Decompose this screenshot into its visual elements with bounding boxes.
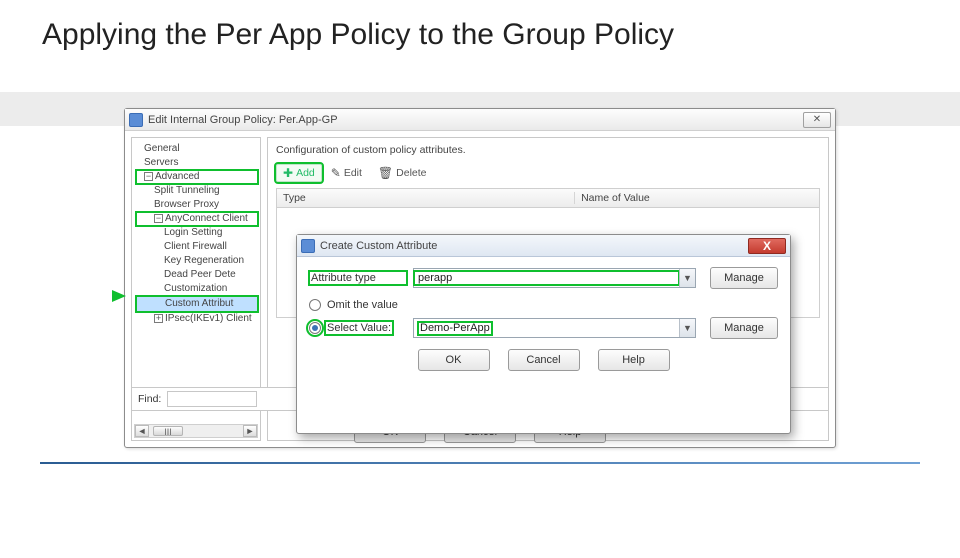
app-icon <box>129 113 143 127</box>
attr-type-combo[interactable]: perapp ▼ <box>413 268 696 288</box>
delete-button[interactable]: 🗑Delete <box>371 164 434 182</box>
tree-servers[interactable]: Servers <box>136 156 258 170</box>
tree-customization[interactable]: Customization <box>136 282 258 296</box>
tree-custom-attributes[interactable]: Custom Attribut <box>136 296 258 312</box>
select-value-text: Demo-PerApp <box>418 322 492 335</box>
arrow-icon <box>112 290 126 302</box>
col-name[interactable]: Name of Value <box>575 192 819 204</box>
tree-key-regen[interactable]: Key Regeneration <box>136 254 258 268</box>
tree-split-tunneling[interactable]: Split Tunneling <box>136 184 258 198</box>
tree-anyconnect[interactable]: −AnyConnect Client <box>136 212 258 226</box>
select-value-label: Select Value: <box>325 321 393 335</box>
tree-advanced[interactable]: −Advanced <box>136 170 258 184</box>
app-icon <box>301 239 315 253</box>
select-value-combo[interactable]: Demo-PerApp ▼ <box>413 318 696 338</box>
child-form: Attribute type perapp ▼ Manage Omit the … <box>297 257 790 377</box>
parent-titlebar: Edit Internal Group Policy: Per.App-GP ✕ <box>125 109 835 131</box>
manage-type-button[interactable]: Manage <box>710 267 778 289</box>
close-icon[interactable]: X <box>748 238 786 254</box>
tree-ipsec[interactable]: +IPsec(IKEv1) Client <box>136 312 258 326</box>
expander-icon[interactable]: − <box>154 214 163 223</box>
canvas: Edit Internal Group Policy: Per.App-GP ✕… <box>0 62 960 482</box>
find-label: Find: <box>138 393 161 405</box>
edit-icon: ✎ <box>331 167 341 179</box>
divider <box>40 462 920 464</box>
col-type[interactable]: Type <box>277 192 575 204</box>
radio-select[interactable] <box>309 322 321 334</box>
tree-general[interactable]: General <box>136 142 258 156</box>
parent-title: Edit Internal Group Policy: Per.App-GP <box>148 114 338 126</box>
edit-button[interactable]: ✎Edit <box>324 164 369 182</box>
trash-icon: 🗑 <box>378 167 393 179</box>
select-value-wrap: Demo-PerApp <box>414 322 679 334</box>
child-help-button[interactable]: Help <box>598 349 670 371</box>
child-ok-button[interactable]: OK <box>418 349 490 371</box>
chevron-down-icon[interactable]: ▼ <box>679 269 695 287</box>
chevron-down-icon[interactable]: ▼ <box>679 319 695 337</box>
toolbar: ✚Add ✎Edit 🗑Delete <box>276 164 820 182</box>
radio-omit[interactable] <box>309 299 321 311</box>
expander-icon[interactable]: − <box>144 172 153 181</box>
tree-login-setting[interactable]: Login Setting <box>136 226 258 240</box>
nav-tree[interactable]: General Servers −Advanced Split Tunnelin… <box>132 138 260 330</box>
tree-client-firewall[interactable]: Client Firewall <box>136 240 258 254</box>
close-icon[interactable]: ✕ <box>803 112 831 128</box>
slide-title: Applying the Per App Policy to the Group… <box>42 18 960 52</box>
find-input[interactable] <box>167 391 257 407</box>
child-buttons: OK Cancel Help <box>309 349 778 371</box>
tree-dead-peer[interactable]: Dead Peer Dete <box>136 268 258 282</box>
child-cancel-button[interactable]: Cancel <box>508 349 580 371</box>
omit-radio-row[interactable]: Omit the value <box>309 299 778 311</box>
add-button[interactable]: ✚Add <box>276 164 322 182</box>
attr-type-label: Attribute type <box>309 271 407 285</box>
child-titlebar: Create Custom Attribute X <box>297 235 790 257</box>
child-dialog: Create Custom Attribute X Attribute type… <box>296 234 791 434</box>
plus-icon: ✚ <box>283 167 293 179</box>
grid-header: Type Name of Value <box>276 188 820 208</box>
manage-value-button[interactable]: Manage <box>710 317 778 339</box>
tree-browser-proxy[interactable]: Browser Proxy <box>136 198 258 212</box>
child-title: Create Custom Attribute <box>320 240 437 252</box>
panel-description: Configuration of custom policy attribute… <box>276 144 820 156</box>
expander-icon[interactable]: + <box>154 314 163 323</box>
attr-type-value: perapp <box>414 271 679 285</box>
omit-label: Omit the value <box>327 299 398 311</box>
